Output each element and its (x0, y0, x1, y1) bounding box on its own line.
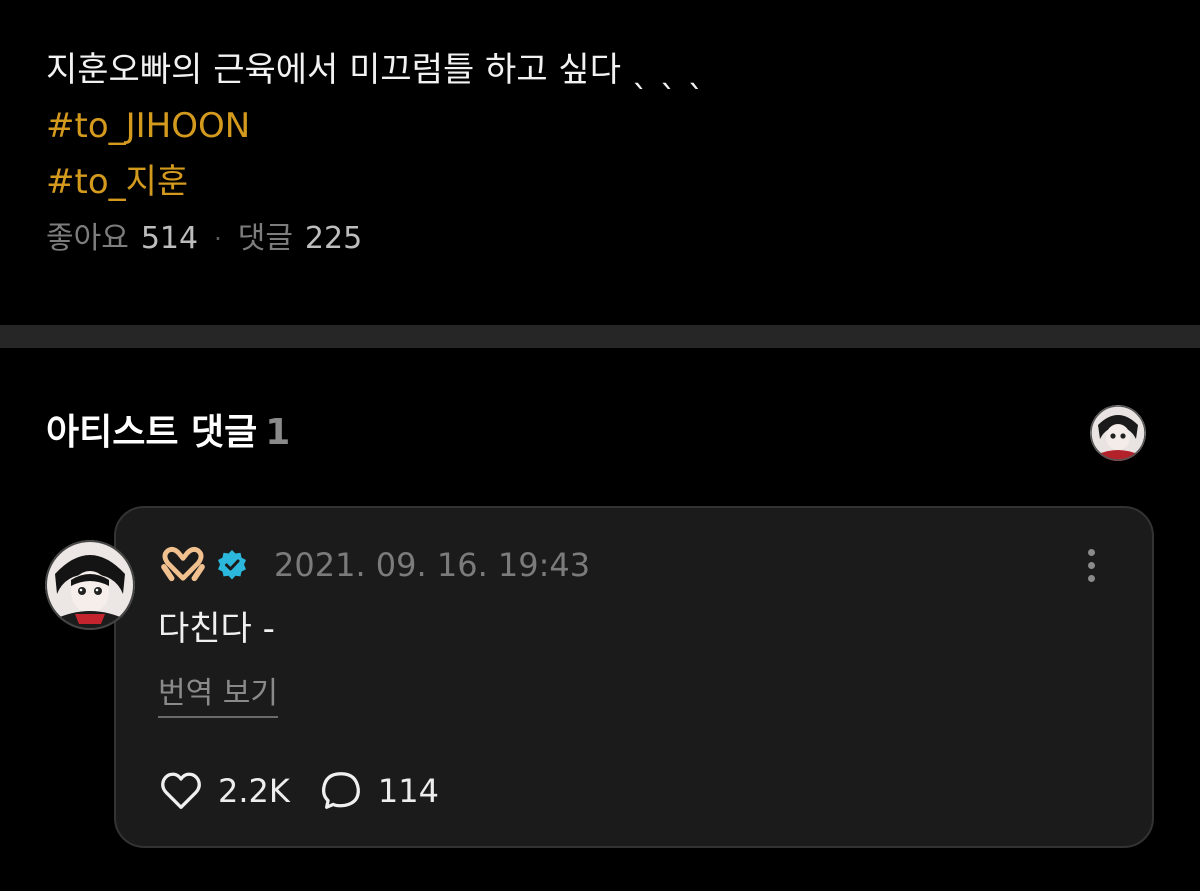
verified-badge-icon (218, 550, 246, 580)
hashtag-link[interactable]: #to_지훈 (46, 154, 1146, 210)
artist-avatar-image (1090, 405, 1146, 461)
comments-count: 225 (304, 221, 363, 256)
hashtag-link[interactable]: #to_JIHOON (46, 98, 1146, 154)
section-divider (0, 325, 1200, 348)
comment-actions: 2.2K 114 (158, 766, 439, 816)
like-button[interactable]: 2.2K (158, 768, 290, 814)
section-title-text: 아티스트 댓글 (46, 412, 258, 453)
post-text: 지훈오빠의 근육에서 미끄럼틀 하고 싶다 ˎ ˎ ˎ (46, 50, 705, 90)
comment-header: 2021. 09. 16. 19:43 (160, 542, 590, 588)
reply-button[interactable]: 114 (318, 768, 439, 814)
post-stats: 좋아요 514 · 댓글 225 (46, 216, 1146, 262)
likes-label: 좋아요 (46, 221, 129, 256)
reply-count: 114 (377, 772, 439, 810)
likes-count: 514 (140, 221, 199, 256)
heart-hands-icon (160, 546, 206, 584)
section-count: 1 (265, 412, 291, 453)
like-count: 2.2K (218, 772, 290, 810)
heart-icon (161, 772, 201, 809)
comment-author-avatar-image (45, 540, 135, 630)
comments-label: 댓글 (237, 221, 293, 256)
stats-separator: · (214, 225, 222, 253)
artist-avatar[interactable] (1090, 405, 1146, 461)
comment-timestamp: 2021. 09. 16. 19:43 (274, 546, 591, 584)
artist-comment-card: 2021. 09. 16. 19:43 다친다 - 번역 보기 2.2K 114 (114, 506, 1154, 848)
translate-link[interactable]: 번역 보기 (158, 672, 278, 718)
more-options-icon[interactable] (1076, 542, 1106, 588)
comment-bubble-icon (321, 772, 360, 809)
comment-text: 다친다 - (158, 609, 275, 649)
post-body: 지훈오빠의 근육에서 미끄럼틀 하고 싶다 ˎ ˎ ˎ #to_JIHOON #… (46, 42, 1146, 262)
comment-author-avatar[interactable] (45, 540, 135, 630)
artist-comments-heading: 아티스트 댓글 1 (46, 408, 290, 458)
artist-comment-page: 지훈오빠의 근육에서 미끄럼틀 하고 싶다 ˎ ˎ ˎ #to_JIHOON #… (0, 0, 1200, 891)
